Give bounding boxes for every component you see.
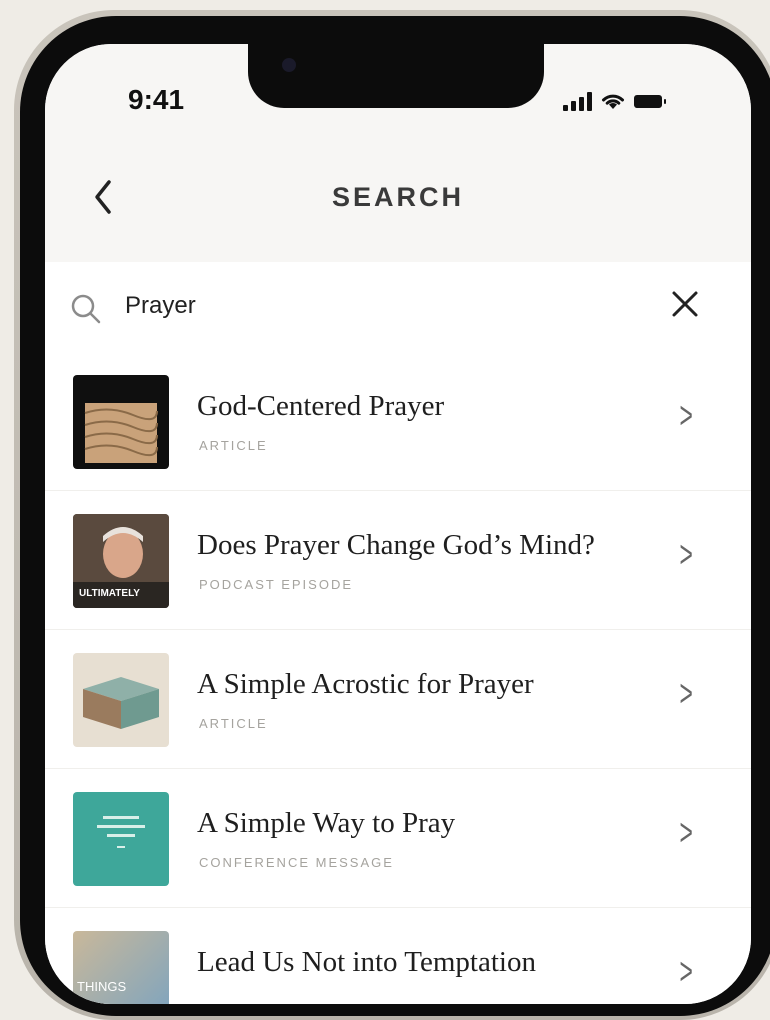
- result-row[interactable]: THINGS Lead Us Not into Temptation >: [45, 908, 751, 1004]
- result-title: God-Centered Prayer: [197, 390, 445, 422]
- search-bar: [45, 262, 751, 353]
- chevron-right-icon: >: [679, 395, 693, 437]
- status-time: 9:41: [128, 84, 185, 115]
- result-title: Lead Us Not into Temptation: [197, 946, 536, 978]
- result-thumbnail: THINGS: [73, 931, 169, 1004]
- result-title: Does Prayer Change God’s Mind?: [197, 529, 595, 561]
- phone-screen: 9:41 SEARCH Prayer God-Centered Prayer A…: [45, 44, 751, 1004]
- result-thumbnail: ULTIMATELY: [73, 514, 169, 608]
- chevron-right-icon: >: [679, 673, 693, 715]
- cellular-signal-icon: [563, 91, 592, 111]
- battery-icon: [634, 94, 666, 108]
- result-row[interactable]: A Simple Acrostic for Prayer ARTICLE >: [45, 630, 751, 769]
- chevron-right-icon: >: [679, 951, 693, 993]
- conference-cover-image: [97, 816, 145, 848]
- status-icons: [563, 88, 666, 114]
- result-row[interactable]: God-Centered Prayer ARTICLE >: [45, 352, 751, 491]
- result-title: A Simple Way to Pray: [197, 807, 456, 839]
- result-title: A Simple Acrostic for Prayer: [197, 668, 534, 700]
- search-input[interactable]: [125, 286, 605, 326]
- thumbnail-caption: THINGS: [77, 979, 126, 994]
- stack-illustration-image: [83, 677, 159, 729]
- clear-search-button[interactable]: [663, 282, 707, 326]
- result-type: ARTICLE: [199, 438, 268, 453]
- portrait-image: ULTIMATELY: [73, 514, 169, 608]
- app-header: SEARCH: [45, 144, 751, 262]
- result-thumbnail: [73, 653, 169, 747]
- result-row[interactable]: ULTIMATELY Does Prayer Change God’s Mind…: [45, 491, 751, 630]
- result-thumbnail: [73, 375, 169, 469]
- result-row[interactable]: A Simple Way to Pray CONFERENCE MESSAGE …: [45, 769, 751, 908]
- book-cover-image: THINGS: [77, 979, 126, 994]
- results-list: God-Centered Prayer ARTICLE > ULTIMATELY…: [45, 352, 751, 1004]
- close-icon: [672, 291, 698, 317]
- page-title: SEARCH: [331, 182, 464, 212]
- camera-icon: [282, 58, 296, 72]
- sand-pattern-image: [84, 403, 158, 463]
- result-type: ARTICLE: [199, 716, 268, 731]
- chevron-right-icon: >: [679, 534, 693, 576]
- search-icon: [71, 294, 101, 324]
- thumbnail-caption: ULTIMATELY: [79, 588, 140, 599]
- result-type: CONFERENCE MESSAGE: [199, 855, 394, 870]
- wifi-icon: [602, 94, 624, 109]
- chevron-right-icon: >: [679, 812, 693, 854]
- result-thumbnail: [73, 792, 169, 886]
- notch: [248, 44, 544, 108]
- result-type: PODCAST EPISODE: [199, 577, 354, 592]
